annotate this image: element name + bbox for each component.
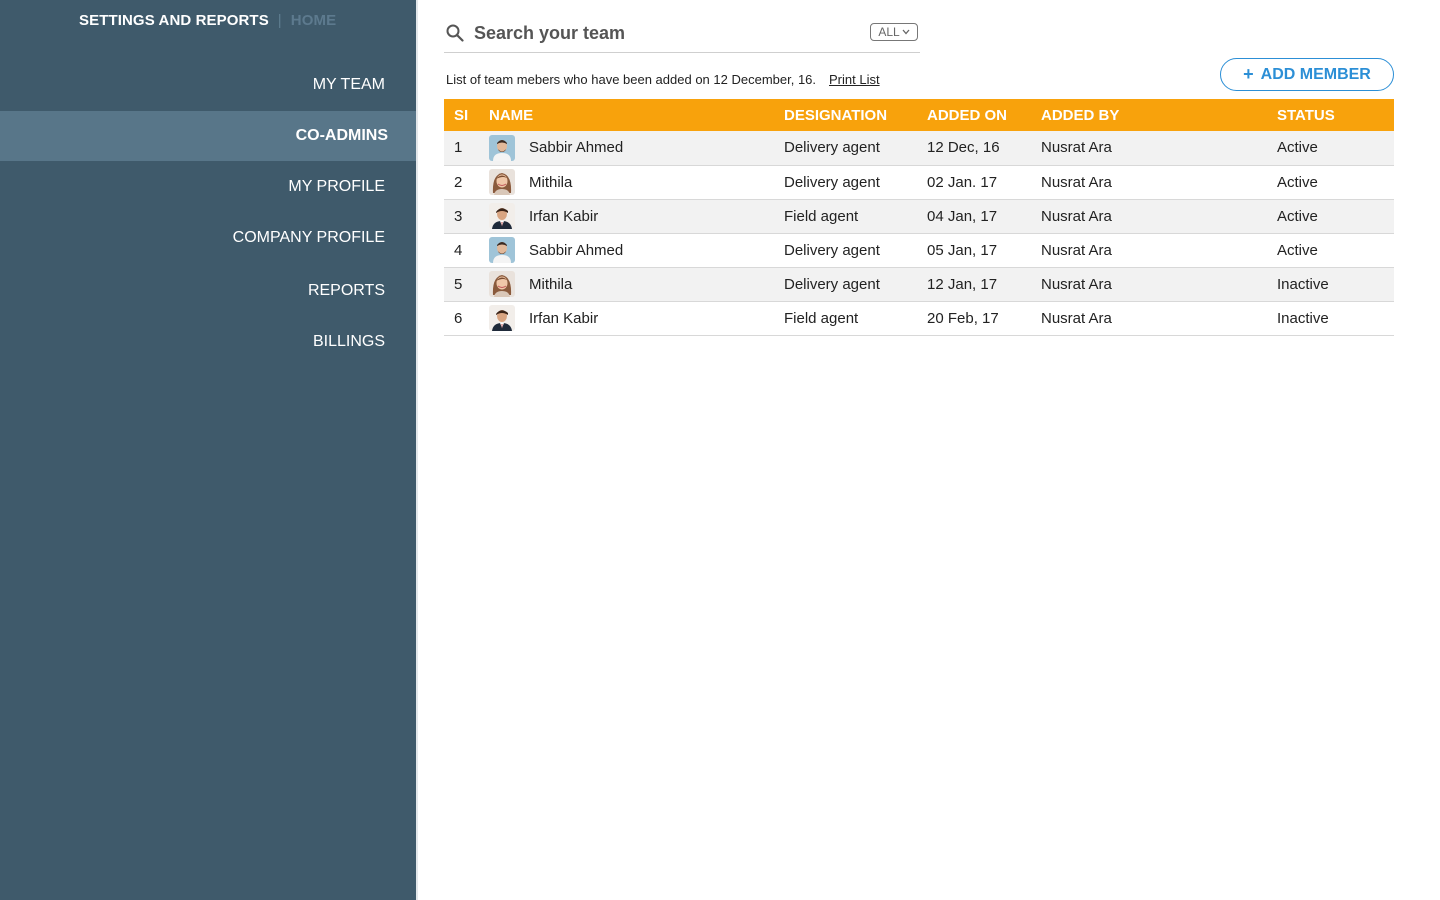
member-name: Sabbir Ahmed — [529, 241, 624, 259]
table-row[interactable]: 5 Mithila Delivery agent 12 Jan, 17 Nusr… — [444, 267, 1394, 301]
table-row[interactable]: 4 Sabbir Ahmed Delivery agent 05 Jan, 17… — [444, 233, 1394, 267]
column-header-added-on[interactable]: ADDED ON — [927, 99, 1041, 131]
add-member-button[interactable]: + ADD MEMBER — [1220, 58, 1394, 91]
column-header-status[interactable]: STATUS — [1277, 99, 1394, 131]
cell-added-on: 02 Jan. 17 — [927, 173, 998, 191]
list-info-text: List of team mebers who have been added … — [446, 71, 817, 87]
chevron-down-icon — [902, 28, 910, 37]
member-name: Mithila — [529, 173, 573, 191]
avatar-man-blue-bg-icon — [489, 134, 515, 161]
cell-added-by: Nusrat Ara — [1041, 309, 1112, 327]
avatar-man-blue-bg-icon — [489, 237, 515, 263]
filter-selected-value: ALL — [878, 25, 900, 39]
cell-si: 2 — [454, 173, 463, 191]
cell-name: Sabbir Ahmed — [489, 131, 784, 165]
column-header-designation[interactable]: DESIGNATION — [784, 99, 927, 131]
cell-added-on: 12 Dec, 16 — [927, 139, 1000, 157]
avatar-man-suit-icon — [489, 203, 515, 229]
table-row[interactable]: 1 Sabbir Ahmed Delivery agent 12 Dec, 16… — [444, 131, 1394, 165]
cell-si: 4 — [454, 241, 463, 259]
sidebar-item-my-profile[interactable]: MY PROFILE — [0, 162, 416, 212]
app-title: SETTINGS AND REPORTS — [79, 11, 269, 29]
home-link[interactable]: HOME — [291, 12, 336, 29]
sidebar: SETTINGS AND REPORTS | HOME MY TEAM CO-A… — [0, 0, 416, 900]
print-list-link[interactable]: Print List — [829, 72, 880, 87]
table-body: 1 Sabbir Ahmed Delivery agent 12 Dec, 16… — [444, 131, 1394, 335]
cell-added-by: Nusrat Ara — [1041, 275, 1112, 293]
table-row[interactable]: 3 Irfan Kabir Field agent 04 Jan, 17 Nus… — [444, 199, 1394, 233]
cell-added-on: 05 Jan, 17 — [927, 241, 998, 259]
member-name: Irfan Kabir — [529, 309, 599, 327]
cell-added-by: Nusrat Ara — [1041, 173, 1112, 191]
column-header-si[interactable]: SI — [444, 99, 489, 131]
member-name: Irfan Kabir — [529, 207, 599, 225]
sidebar-item-my-team[interactable]: MY TEAM — [0, 60, 416, 110]
sidebar-item-billings[interactable]: BILLINGS — [0, 317, 416, 367]
member-name: Sabbir Ahmed — [529, 139, 624, 157]
avatar-woman-icon — [489, 271, 515, 297]
table-header: SI NAME DESIGNATION ADDED ON ADDED BY ST… — [444, 99, 1394, 131]
column-header-name[interactable]: NAME — [489, 99, 784, 131]
plus-icon: + — [1243, 64, 1254, 84]
cell-added-on: 12 Jan, 17 — [927, 275, 998, 293]
avatar-man-suit-icon — [489, 305, 515, 331]
table-row[interactable]: 2 Mithila Delivery agent 02 Jan. 17 Nusr… — [444, 165, 1394, 199]
cell-name: Mithila — [489, 165, 784, 199]
cell-designation: Delivery agent — [784, 139, 880, 157]
team-table: SI NAME DESIGNATION ADDED ON ADDED BY ST… — [444, 99, 1394, 336]
cell-status: Active — [1277, 139, 1318, 157]
cell-si: 5 — [454, 275, 463, 293]
cell-designation: Delivery agent — [784, 173, 880, 191]
cell-name: Sabbir Ahmed — [489, 233, 784, 267]
sidebar-item-co-admins[interactable]: CO-ADMINS — [0, 111, 416, 161]
cell-designation: Delivery agent — [784, 241, 880, 259]
brand-header: SETTINGS AND REPORTS | HOME — [79, 10, 336, 30]
search-input[interactable] — [474, 20, 854, 46]
table-row[interactable]: 6 Irfan Kabir Field agent 20 Feb, 17 Nus… — [444, 301, 1394, 335]
list-info: List of team mebers who have been added … — [446, 70, 880, 88]
title-separator: | — [277, 11, 282, 29]
table-header-row: SI NAME DESIGNATION ADDED ON ADDED BY ST… — [444, 99, 1394, 131]
avatar-woman-icon — [489, 169, 515, 195]
cell-name: Irfan Kabir — [489, 301, 784, 335]
cell-status: Inactive — [1277, 275, 1329, 293]
cell-name: Irfan Kabir — [489, 199, 784, 233]
search-bar: ALL — [444, 18, 920, 53]
cell-si: 1 — [454, 139, 463, 157]
cell-designation: Delivery agent — [784, 275, 880, 293]
cell-status: Active — [1277, 241, 1318, 259]
cell-si: 3 — [454, 207, 463, 225]
cell-status: Active — [1277, 173, 1318, 191]
cell-added-by: Nusrat Ara — [1041, 139, 1112, 157]
cell-added-by: Nusrat Ara — [1041, 207, 1112, 225]
cell-status: Active — [1277, 207, 1318, 225]
cell-designation: Field agent — [784, 309, 859, 327]
member-name: Mithila — [529, 275, 573, 293]
cell-added-on: 20 Feb, 17 — [927, 309, 999, 327]
cell-name: Mithila — [489, 267, 784, 301]
column-header-added-by[interactable]: ADDED BY — [1041, 99, 1277, 131]
cell-added-by: Nusrat Ara — [1041, 241, 1112, 259]
sidebar-item-reports[interactable]: REPORTS — [0, 266, 416, 316]
search-icon — [446, 24, 464, 42]
cell-added-on: 04 Jan, 17 — [927, 207, 998, 225]
sidebar-item-company-profile[interactable]: COMPANY PROFILE — [0, 213, 416, 263]
filter-select[interactable]: ALL — [870, 23, 918, 41]
cell-status: Inactive — [1277, 309, 1329, 327]
add-member-label: ADD MEMBER — [1260, 65, 1371, 83]
cell-designation: Field agent — [784, 207, 859, 225]
cell-si: 6 — [454, 309, 463, 327]
sidebar-divider — [416, 0, 418, 900]
